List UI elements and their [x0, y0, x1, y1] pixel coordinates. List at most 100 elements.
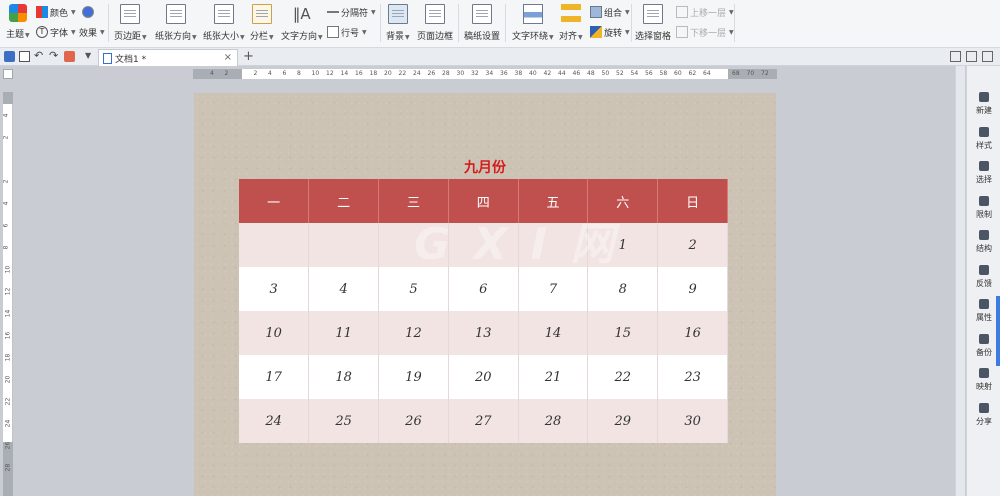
h-ruler-tick: 52	[616, 70, 624, 77]
sidebar-item-label: 分享	[976, 416, 992, 426]
calendar-day-cell[interactable]: 24	[239, 399, 310, 443]
effect-circle-icon	[82, 6, 94, 18]
wrap-text-button[interactable]: 文字环绕▼	[512, 2, 554, 42]
calendar-day-cell[interactable]: 4	[308, 267, 380, 311]
calendar-day-cell[interactable]	[239, 223, 310, 267]
move-up-button[interactable]: 上移一层 ▼	[676, 4, 734, 20]
background-button[interactable]: 背景▼	[386, 2, 410, 42]
window-icon-1[interactable]	[950, 51, 961, 62]
calendar-day-cell[interactable]: 29	[587, 399, 659, 443]
calendar-day-cell[interactable]: 26	[378, 399, 449, 443]
calendar-day-cell[interactable]: 27	[448, 399, 519, 443]
sidebar-item[interactable]: 映射	[967, 368, 1000, 392]
separator-button[interactable]: 分隔符 ▼	[327, 4, 376, 20]
page-border-button[interactable]: 页面边框	[417, 2, 453, 42]
calendar-day-cell[interactable]: 13	[448, 311, 519, 355]
mail-icon[interactable]	[64, 51, 75, 62]
calendar-day-cell[interactable]: 8	[587, 267, 659, 311]
move-down-button[interactable]: 下移一层 ▼	[676, 24, 734, 40]
calendar-day-cell[interactable]: 19	[378, 355, 449, 399]
calendar-day-cell[interactable]: 20	[448, 355, 519, 399]
print-icon[interactable]	[19, 51, 30, 62]
margin-button[interactable]: 页边距▼	[114, 2, 147, 42]
page-border-icon	[425, 4, 445, 24]
selection-pane-button[interactable]: 选择窗格	[635, 2, 671, 42]
theme-button[interactable]: 主题▼	[6, 2, 30, 40]
h-ruler-tick: 4	[210, 70, 214, 77]
effect-circle-button[interactable]	[82, 4, 94, 20]
sidebar-item-icon	[979, 299, 989, 309]
weekday-header: 日	[657, 179, 728, 223]
calendar-day-cell[interactable]: 16	[657, 311, 728, 355]
paper-size-label: 纸张大小	[203, 32, 240, 42]
calendar-week-row: 17 18 19 20 21 22 23	[239, 355, 728, 399]
manuscript-button[interactable]: 稿纸设置	[464, 2, 500, 42]
calendar-day-cell[interactable]: 11	[308, 311, 380, 355]
redo-icon[interactable]: ↷	[49, 50, 60, 62]
sidebar-item[interactable]: 结构	[967, 230, 1000, 254]
calendar-day-cell[interactable]: 10	[239, 311, 310, 355]
sidebar-item-icon	[979, 333, 989, 344]
orientation-button[interactable]: 纸张方向▼	[155, 2, 197, 42]
close-tab-icon[interactable]: ×	[224, 52, 232, 63]
calendar-day-cell[interactable]: 12	[378, 311, 449, 355]
calendar-day-cell[interactable]: 2	[657, 223, 728, 267]
text-direction-icon: ‖A	[292, 5, 311, 23]
sidebar-item[interactable]: 反馈	[967, 264, 1000, 289]
separator-label: 分隔符	[341, 8, 369, 19]
vertical-scrollbar[interactable]	[955, 66, 965, 496]
columns-button[interactable]: 分栏▼	[250, 2, 274, 42]
customize-dropdown-icon[interactable]: ▼	[85, 51, 96, 62]
calendar-day-cell[interactable]: 9	[657, 267, 728, 311]
sidebar-item[interactable]: 分享	[967, 402, 1000, 427]
sidebar-collapse-handle[interactable]	[996, 296, 1000, 366]
calendar-day-cell[interactable]: 15	[587, 311, 659, 355]
calendar-day-cell[interactable]: 23	[657, 355, 728, 399]
sidebar-item[interactable]: 样式	[967, 126, 1000, 151]
line-number-icon	[327, 26, 339, 38]
calendar-day-cell[interactable]: 30	[657, 399, 728, 443]
rotate-button[interactable]: 旋转 ▼	[590, 24, 630, 40]
sidebar-item[interactable]: 选择	[967, 161, 1000, 185]
sidebar-item[interactable]: 限制	[967, 195, 1000, 220]
calendar-day-cell[interactable]: 21	[518, 355, 589, 399]
calendar-day-cell[interactable]: 5	[378, 267, 449, 311]
effect-button[interactable]: 效果 ▼	[79, 24, 105, 40]
calendar-day-cell[interactable]: 17	[239, 355, 310, 399]
h-ruler-tick: 62	[688, 70, 697, 77]
sidebar-item[interactable]: 新建	[967, 92, 1000, 116]
calendar-day-cell[interactable]: 14	[518, 311, 589, 355]
calendar-day-cell[interactable]: 25	[308, 399, 380, 443]
line-number-button[interactable]: 行号 ▼	[327, 24, 367, 40]
calendar-day-cell[interactable]: 3	[239, 267, 310, 311]
h-ruler-tick: 28	[442, 70, 450, 77]
color-button[interactable]: 颜色 ▼	[36, 4, 76, 20]
horizontal-ruler[interactable]: 4 2 2 4 6 8 10 12 14 16 18 20 22 24 26 28 30 32 34 36 38 40 42…	[193, 69, 777, 79]
save-icon[interactable]	[4, 51, 15, 62]
ruler-corner[interactable]	[3, 69, 13, 79]
sidebar-item-icon	[979, 126, 989, 137]
document-page[interactable]: 九月份 一二三四五六日 1 2 3 4 5 6 7 8 9 10 11 12 13 14 15 16 17 18 1…	[194, 93, 776, 496]
calendar-day-cell[interactable]: 6	[448, 267, 519, 311]
document-tab[interactable]: 文档1 * ×	[98, 49, 238, 66]
text-direction-button[interactable]: ‖A 文字方向▼	[281, 2, 323, 42]
group-button[interactable]: 组合 ▼	[590, 4, 630, 20]
new-tab-icon[interactable]: +	[243, 49, 254, 64]
calendar-day-cell[interactable]: 22	[587, 355, 659, 399]
calendar-day-cell[interactable]: 28	[518, 399, 589, 443]
calendar-day-cell[interactable]: 7	[518, 267, 589, 311]
calendar-day-cell[interactable]: 18	[308, 355, 380, 399]
undo-icon[interactable]: ↶	[34, 50, 45, 62]
calendar-day-cell[interactable]	[308, 223, 380, 267]
font-button[interactable]: T 字体 ▼	[36, 24, 76, 40]
v-ruler-tick: 14	[4, 309, 12, 318]
sidebar-item-label: 选择	[976, 175, 992, 184]
h-ruler-tick: 34	[485, 70, 494, 77]
vertical-ruler[interactable]: 4 2 2 4 6 8 10 12 14 16 18 20 22 24 26 28	[2, 92, 13, 496]
paper-size-button[interactable]: 纸张大小▼	[203, 2, 245, 42]
h-ruler-tick: 4	[268, 70, 272, 77]
h-ruler-tick: 18	[369, 70, 378, 77]
align-button[interactable]: 对齐▼	[559, 2, 583, 42]
window-icon-3[interactable]	[982, 51, 993, 62]
window-icon-2[interactable]	[966, 51, 977, 62]
